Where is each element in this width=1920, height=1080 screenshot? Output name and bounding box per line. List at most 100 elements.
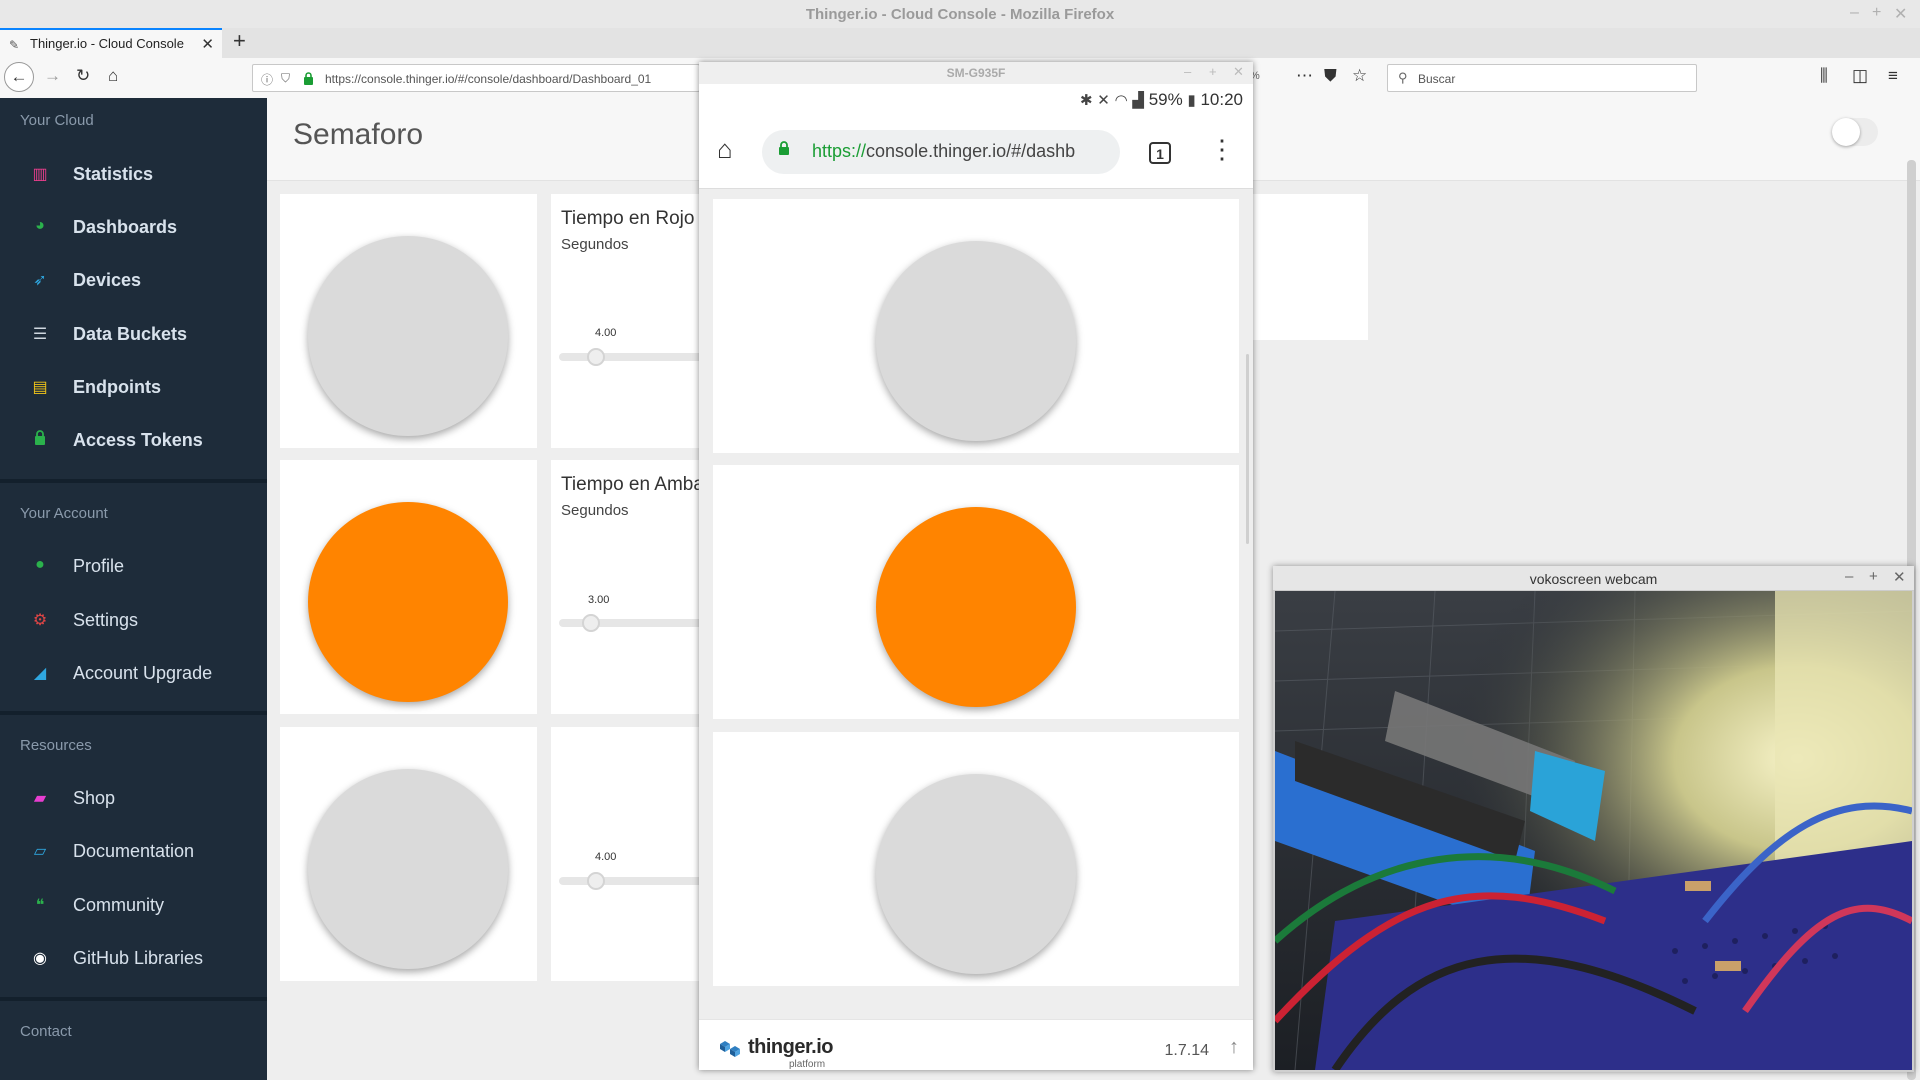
battery-percent: 59% — [1148, 90, 1183, 109]
minimize-icon[interactable]: – — [1850, 4, 1859, 22]
user-icon: ● — [35, 556, 45, 573]
led-widget-amber — [280, 460, 537, 714]
new-tab-button[interactable]: + — [233, 28, 246, 54]
sidebar-item-label: GitHub Libraries — [73, 948, 204, 968]
sidebar-item-profile[interactable]: ● Profile — [0, 546, 267, 586]
sidebar-item-dashboards[interactable]: ◕ Dashboards — [0, 207, 267, 247]
widget-subtitle: Segundos — [561, 502, 629, 519]
led-widget-amber — [713, 465, 1239, 719]
close-icon[interactable]: ✕ — [1894, 4, 1907, 24]
sidebar-item-statistics[interactable]: ▥ Statistics — [0, 154, 267, 194]
search-icon: ⚲ — [1398, 70, 1408, 85]
mute-icon: ✕ — [1097, 92, 1110, 109]
sidebar-section-resources: Resources — [20, 737, 92, 754]
sidebar-item-label: Access Tokens — [73, 430, 203, 450]
sidebar-item-endpoints[interactable]: ▤ Endpoints — [0, 367, 267, 407]
widget-card-partial — [1252, 194, 1368, 340]
github-icon: ◉ — [33, 950, 47, 967]
sidebar-item-community[interactable]: ❝ Community — [0, 885, 267, 925]
menu-icon[interactable]: ≡ — [1888, 66, 1898, 86]
slider-track[interactable] — [559, 877, 711, 885]
overflow-menu-icon[interactable]: ⋮ — [1209, 134, 1235, 165]
search-placeholder: Buscar — [1418, 72, 1456, 86]
back-button[interactable]: ← — [4, 62, 34, 92]
sidebar-item-account-upgrade[interactable]: ◢ Account Upgrade — [0, 653, 267, 693]
library-icon[interactable]: ⫼ — [1820, 66, 1828, 86]
toggle-knob[interactable] — [1832, 118, 1860, 146]
cogs-icon: ⚙ — [32, 612, 48, 629]
phone-device-name: SM-G935F — [946, 66, 1006, 80]
slider-handle[interactable] — [582, 614, 600, 632]
gauge-icon: ◕ — [35, 217, 45, 234]
comments-icon: ❝ — [35, 897, 45, 914]
slider-handle[interactable] — [587, 872, 605, 890]
page-actions-icon[interactable]: ⋯ — [1296, 66, 1313, 86]
maximize-icon[interactable]: + — [1209, 64, 1217, 79]
edit-mode-toggle[interactable] — [1832, 118, 1878, 146]
server-icon: ▤ — [32, 379, 48, 396]
led-widget-red — [713, 199, 1239, 453]
battery-icon: ▮ — [1187, 92, 1196, 109]
sidebar-item-label: Data Buckets — [73, 324, 188, 344]
led-widget-green — [713, 732, 1239, 986]
info-icon[interactable]: ⓘ — [261, 71, 273, 88]
url-scheme: https:// — [812, 141, 867, 161]
sidebar-item-settings[interactable]: ⚙ Settings — [0, 600, 267, 640]
sidebar: Your Cloud ▥ Statistics ◕ Dashboards ➶ D… — [0, 98, 267, 1080]
slider-widget-green: 4.00 — [551, 727, 711, 981]
slider-widget-red: Tiempo en Rojo Segundos 4.00 — [551, 194, 711, 448]
phone-mirror-window: SM-G935F – + ✕ ✱ ✕ ◠ ▟ 59% ▮ 10:20 ⌂ htt… — [699, 62, 1253, 1070]
database-icon: ☰ — [32, 326, 48, 343]
browser-tab[interactable]: ✎ Thinger.io - Cloud Console ✕ — [0, 28, 222, 58]
sidebar-item-documentation[interactable]: ▱ Documentation — [0, 831, 267, 871]
browser-tab-label: Thinger.io - Cloud Console — [30, 36, 184, 51]
phone-dashboard — [699, 189, 1253, 1019]
phone-scrollbar[interactable] — [1246, 354, 1249, 544]
led-indicator — [308, 769, 508, 969]
close-icon[interactable]: ✕ — [1233, 64, 1244, 80]
tracking-shield-icon[interactable]: ⛉ — [281, 71, 290, 86]
sidebar-item-label: Endpoints — [73, 377, 161, 397]
sidebar-item-devices[interactable]: ➶ Devices — [0, 260, 267, 300]
area-chart-icon: ◢ — [33, 665, 47, 682]
bookmark-star-icon[interactable]: ☆ — [1352, 66, 1367, 86]
maximize-icon[interactable]: + — [1872, 4, 1881, 22]
home-button[interactable]: ⌂ — [108, 66, 118, 86]
lock-icon — [304, 72, 313, 85]
shopping-bag-icon: ▰ — [33, 790, 47, 807]
slider-track[interactable] — [559, 353, 711, 361]
sidebar-item-access-tokens[interactable]: Access Tokens — [0, 420, 267, 460]
phone-url-bar[interactable]: https://console.thinger.io/#/dashb — [762, 130, 1120, 174]
forward-button[interactable]: → — [44, 66, 61, 86]
minimize-icon[interactable]: – — [1184, 64, 1191, 79]
sidebar-item-label: Documentation — [73, 841, 195, 861]
slider-handle[interactable] — [587, 348, 605, 366]
minimize-icon[interactable]: – — [1845, 568, 1853, 585]
clock: 10:20 — [1200, 90, 1243, 109]
search-bar[interactable]: ⚲ Buscar — [1387, 64, 1697, 92]
sidebar-item-label: Account Upgrade — [73, 663, 213, 683]
close-icon[interactable]: ✕ — [1893, 568, 1906, 586]
sidebar-item-shop[interactable]: ▰ Shop — [0, 778, 267, 818]
sidebar-divider — [0, 479, 267, 483]
webcam-window: vokoscreen webcam – + ✕ — [1273, 566, 1914, 1072]
led-indicator — [308, 236, 508, 436]
home-icon[interactable]: ⌂ — [717, 134, 733, 165]
tab-switcher-button[interactable]: 1 — [1149, 142, 1171, 164]
sidebar-toggle-icon[interactable]: ◫ — [1852, 66, 1868, 86]
sidebar-item-label: Profile — [73, 556, 125, 576]
reload-button[interactable]: ↻ — [76, 66, 90, 86]
sidebar-item-github-libraries[interactable]: ◉ GitHub Libraries — [0, 938, 267, 978]
phone-browser-toolbar: ⌂ https://console.thinger.io/#/dashb 1 ⋮ — [699, 116, 1253, 189]
sidebar-item-data-buckets[interactable]: ☰ Data Buckets — [0, 314, 267, 354]
close-tab-icon[interactable]: ✕ — [201, 35, 214, 53]
webcam-window-titlebar: vokoscreen webcam – + ✕ — [1273, 566, 1914, 591]
led-widget-green — [280, 727, 537, 981]
led-indicator — [308, 502, 508, 702]
scroll-top-icon[interactable]: ↑ — [1229, 1036, 1239, 1059]
maximize-icon[interactable]: + — [1869, 568, 1878, 585]
phone-footer: thinger.io platform 1.7.14 ↑ — [699, 1019, 1253, 1070]
url-bar[interactable]: ⓘ ⛉ https://console.thinger.io/#/console… — [252, 64, 700, 92]
sidebar-item-label: Settings — [73, 610, 139, 630]
pocket-icon[interactable]: ⛊ — [1324, 66, 1337, 86]
